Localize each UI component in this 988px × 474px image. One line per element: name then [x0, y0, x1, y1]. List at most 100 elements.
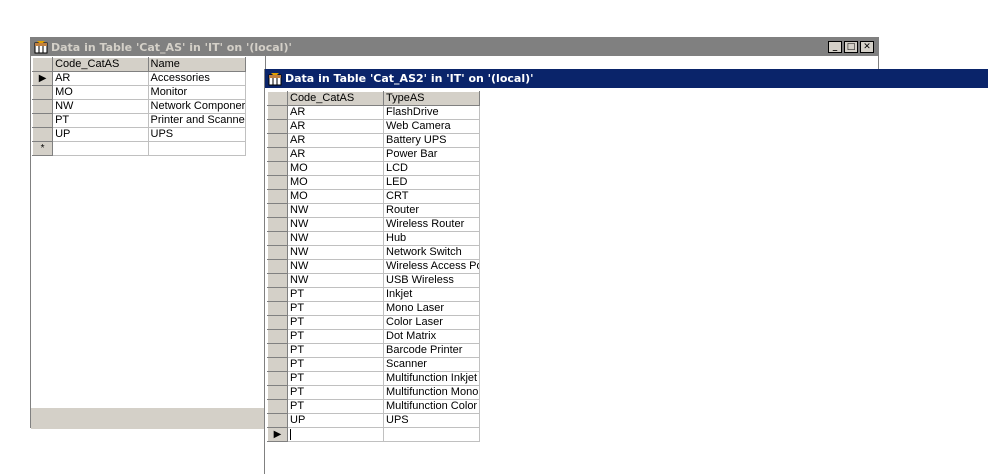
table-cell[interactable]: PT [287, 329, 384, 344]
table-row[interactable]: NW Wireless Router [267, 217, 480, 232]
table-row[interactable]: PT Mono Laser [267, 301, 480, 316]
table-cell[interactable]: PT [287, 315, 384, 330]
maximize-button[interactable]: □ [844, 41, 858, 53]
row-selector[interactable] [267, 147, 288, 162]
table-cell[interactable]: PT [287, 301, 384, 316]
table-cell[interactable]: Hub [383, 231, 480, 246]
row-selector[interactable] [267, 343, 288, 358]
table-cell[interactable]: NW [287, 245, 384, 260]
table-cell[interactable]: Wireless Router [383, 217, 480, 232]
table-row[interactable]: MO LCD [267, 161, 480, 176]
table-row[interactable]: NW Wireless Access Po [267, 259, 480, 274]
table-row[interactable]: MO Monitor [31, 85, 247, 100]
table-row[interactable]: NW USB Wireless [267, 273, 480, 288]
row-selector[interactable] [267, 287, 288, 302]
table-cell[interactable]: Battery UPS [383, 133, 480, 148]
minimize-button[interactable]: _ [828, 41, 842, 53]
table-row[interactable]: ▶ AR Accessories [31, 71, 247, 86]
table-row[interactable]: UP UPS [31, 127, 247, 142]
table-cell[interactable]: AR [287, 147, 384, 162]
table-cell[interactable]: Multifunction Mono [383, 385, 480, 400]
table-row[interactable]: NW Hub [267, 231, 480, 246]
close-button[interactable]: ✕ [860, 41, 874, 53]
table-cell[interactable]: Wireless Access Po [383, 259, 480, 274]
row-selector[interactable] [267, 259, 288, 274]
table-cell[interactable]: NW [52, 99, 149, 114]
table-row[interactable]: PT Scanner [267, 357, 480, 372]
table-cell[interactable]: Inkjet [383, 287, 480, 302]
row-selector[interactable] [31, 113, 54, 128]
table-cell[interactable]: Accessories [148, 71, 247, 86]
table-cell[interactable]: Router [383, 203, 480, 218]
table-cell[interactable]: Barcode Printer [383, 343, 480, 358]
table-cell[interactable]: UP [52, 127, 149, 142]
row-selector[interactable] [267, 189, 288, 204]
table-cell[interactable]: LED [383, 175, 480, 190]
row-selector[interactable] [267, 161, 288, 176]
table-cell[interactable]: Dot Matrix [383, 329, 480, 344]
table-cell[interactable]: Power Bar [383, 147, 480, 162]
table-cell[interactable]: CRT [383, 189, 480, 204]
row-selector[interactable] [267, 301, 288, 316]
row-selector[interactable] [31, 99, 54, 114]
table-cell[interactable]: AR [287, 105, 384, 120]
row-selector[interactable] [267, 273, 288, 288]
table-cell[interactable]: MO [52, 85, 149, 100]
table-cell[interactable]: AR [52, 71, 149, 86]
row-selector[interactable] [267, 175, 288, 190]
row-selector[interactable] [267, 371, 288, 386]
table-cell[interactable]: MO [287, 161, 384, 176]
table-cell[interactable]: UP [287, 413, 384, 428]
table-row[interactable]: NW Router [267, 203, 480, 218]
table-cell[interactable]: AR [287, 119, 384, 134]
table-row[interactable]: AR FlashDrive [267, 105, 480, 120]
row-selector[interactable] [267, 217, 288, 232]
row-selector[interactable]: ▶ [31, 71, 54, 86]
table-cell[interactable]: Network Switch [383, 245, 480, 260]
table-cell[interactable]: NW [287, 231, 384, 246]
table-row[interactable]: PT Dot Matrix [267, 329, 480, 344]
table-cell[interactable]: MO [287, 175, 384, 190]
table-cell[interactable]: PT [287, 357, 384, 372]
new-row[interactable]: * [31, 141, 247, 156]
table-row[interactable]: PT Printer and Scanne [31, 113, 247, 128]
row-selector[interactable] [267, 357, 288, 372]
table-row[interactable]: PT Multifunction Inkjet [267, 371, 480, 386]
row-selector[interactable] [267, 245, 288, 260]
table-cell[interactable]: Mono Laser [383, 301, 480, 316]
table-cell[interactable]: Web Camera [383, 119, 480, 134]
row-selector[interactable] [267, 231, 288, 246]
table-cell[interactable]: PT [287, 287, 384, 302]
table-row[interactable]: PT Inkjet [267, 287, 480, 302]
row-selector[interactable] [267, 119, 288, 134]
table-cell[interactable] [52, 141, 149, 156]
table-cell[interactable]: UPS [383, 413, 480, 428]
data-grid[interactable]: Code_CatAS TypeAS AR FlashDrive AR Web Camera… [267, 91, 480, 442]
row-selector[interactable]: ▶ [267, 427, 288, 442]
new-row[interactable]: ▶ [267, 427, 480, 442]
table-cell[interactable] [287, 427, 384, 442]
row-selector[interactable] [267, 329, 288, 344]
table-cell[interactable]: PT [287, 385, 384, 400]
table-cell[interactable]: NW [287, 273, 384, 288]
table-row[interactable]: UP UPS [267, 413, 480, 428]
table-row[interactable]: PT Multifunction Mono [267, 385, 480, 400]
row-selector[interactable] [267, 413, 288, 428]
table-cell[interactable] [148, 141, 247, 156]
table-row[interactable]: PT Multifunction Color [267, 399, 480, 414]
row-selector[interactable]: * [31, 141, 54, 156]
row-selector[interactable] [267, 399, 288, 414]
table-window-cat-as2[interactable]: Data in Table 'Cat_AS2' in 'IT' on '(loc… [264, 69, 988, 474]
table-row[interactable]: MO CRT [267, 189, 480, 204]
table-cell[interactable]: MO [287, 189, 384, 204]
table-cell[interactable]: Color Laser [383, 315, 480, 330]
column-header[interactable]: Code_CatAS [287, 91, 384, 106]
table-cell[interactable]: Multifunction Inkjet [383, 371, 480, 386]
row-selector[interactable] [31, 127, 54, 142]
column-header[interactable]: TypeAS [383, 91, 480, 106]
data-grid[interactable]: Code_CatAS Name ▶ AR Accessories MO Monitor NW N… [31, 57, 247, 156]
table-row[interactable]: PT Color Laser [267, 315, 480, 330]
row-selector[interactable] [267, 133, 288, 148]
table-row[interactable]: NW Network Componer [31, 99, 247, 114]
table-cell[interactable]: NW [287, 259, 384, 274]
